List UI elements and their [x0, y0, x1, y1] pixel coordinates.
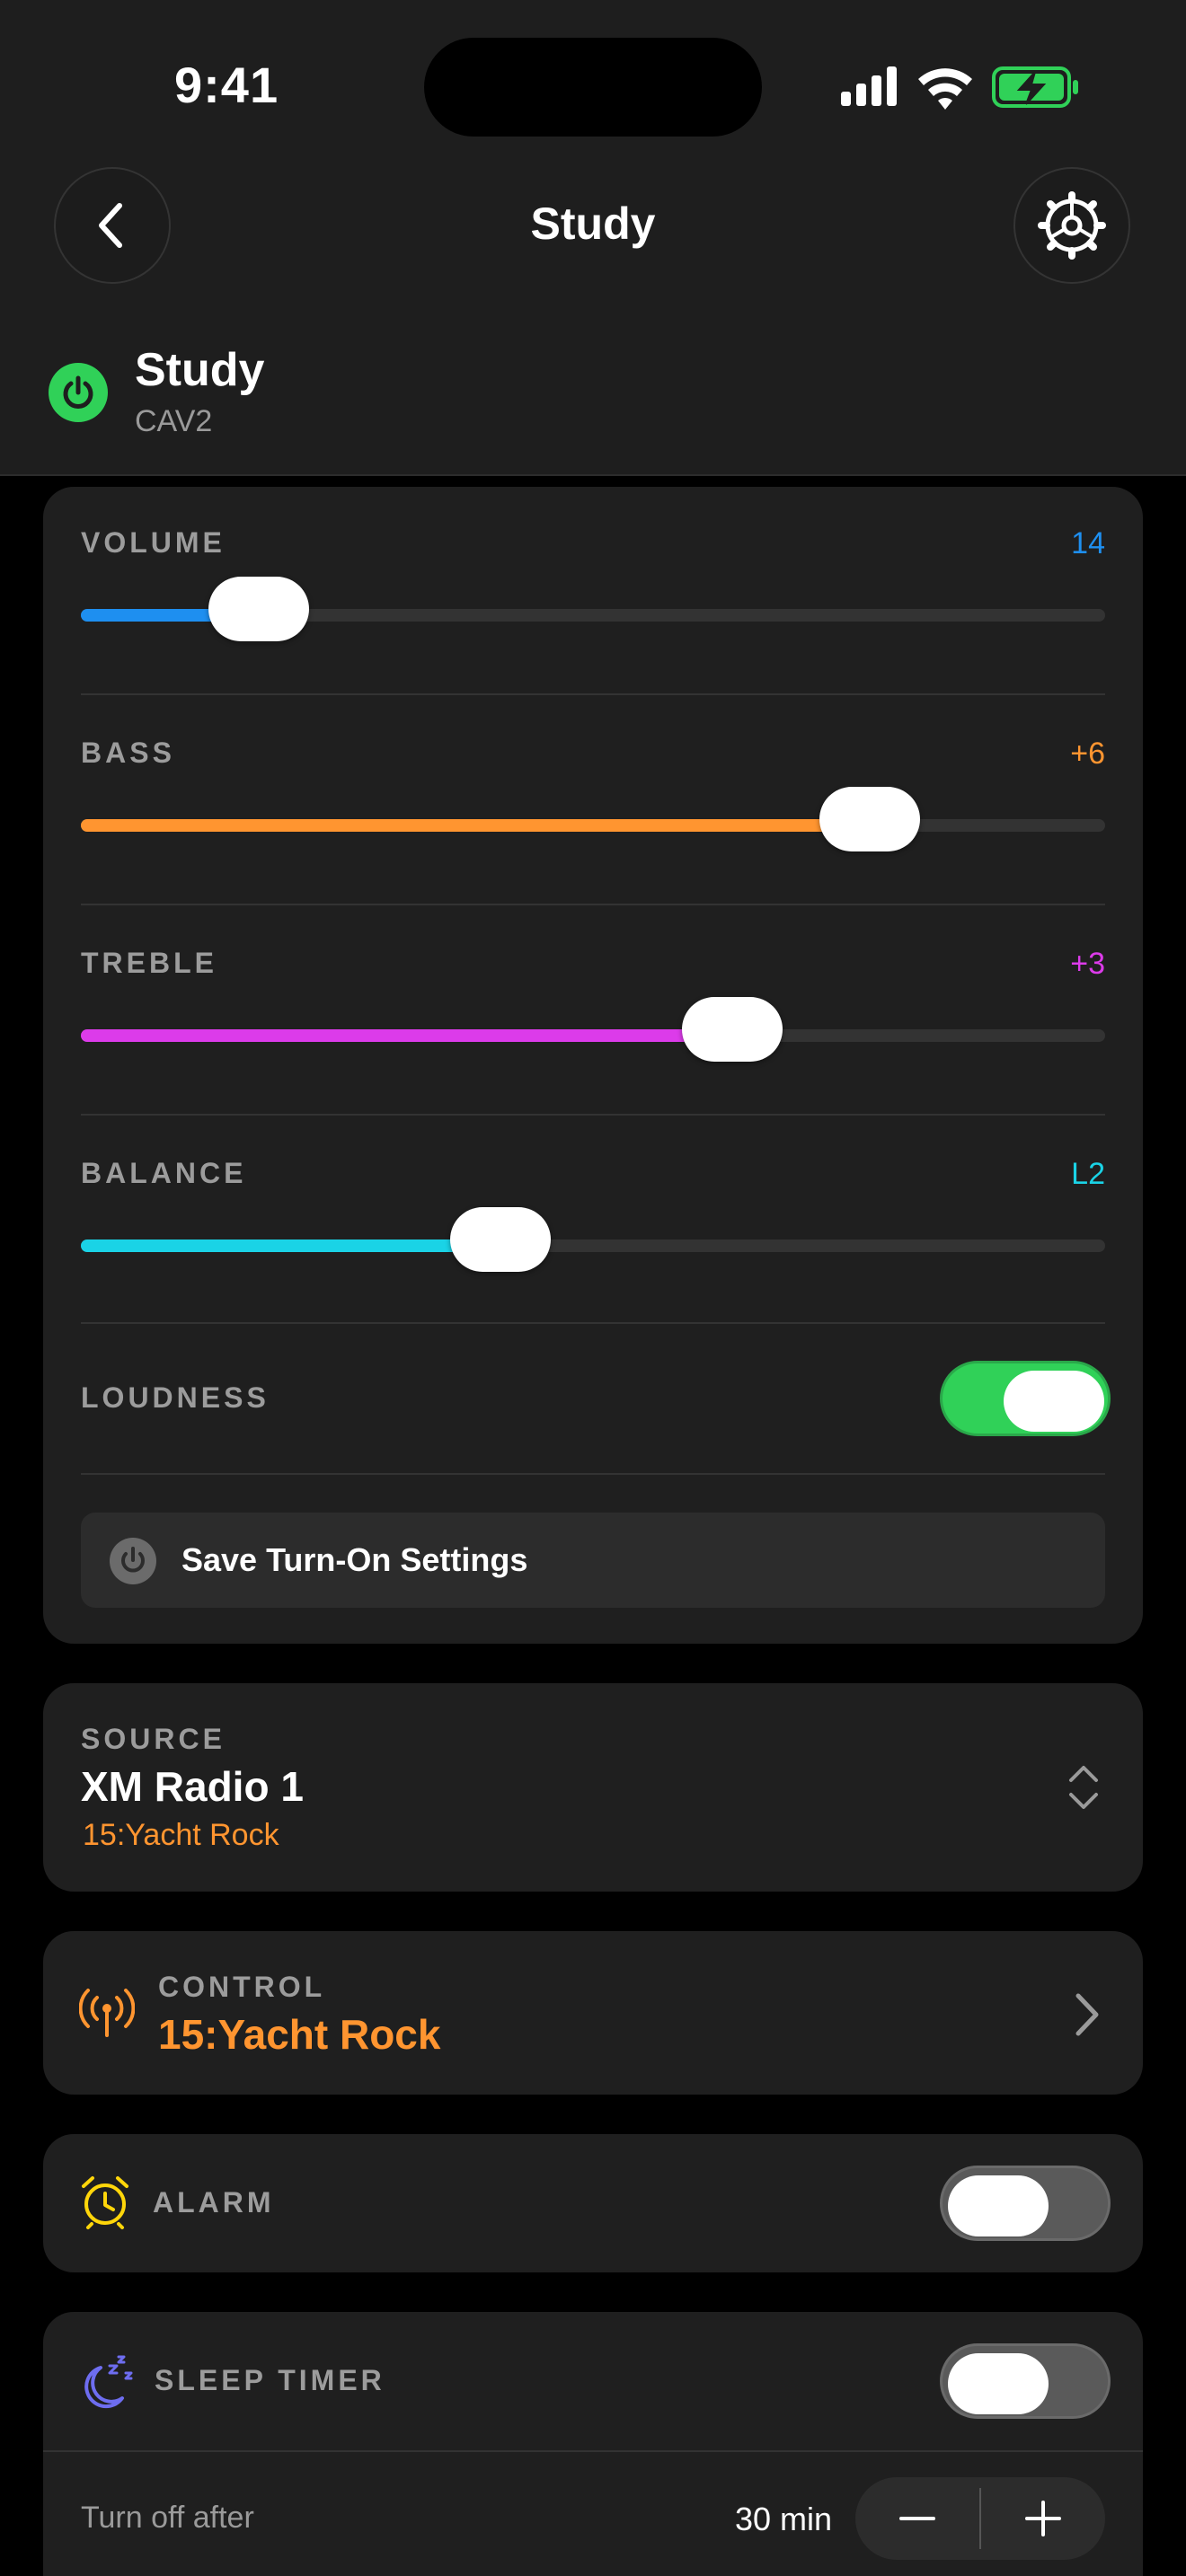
- broadcast-antenna-icon: [79, 1989, 135, 2037]
- battery-charging-icon: [992, 66, 1078, 108]
- divider: [43, 2450, 1143, 2452]
- bass-slider-thumb[interactable]: [819, 787, 920, 851]
- minus-icon: [899, 2517, 935, 2520]
- zone-model: CAV2: [135, 404, 213, 438]
- moon-zzz-icon: [84, 2355, 133, 2409]
- power-icon: [63, 375, 93, 409]
- chevron-right-icon: [1075, 1993, 1099, 2036]
- bass-label: BASS: [81, 737, 175, 769]
- divider: [81, 904, 1105, 905]
- control-label: CONTROL: [158, 1971, 326, 2003]
- turn-off-after-label: Turn off after: [81, 2501, 254, 2535]
- treble-value: +3: [1070, 947, 1105, 981]
- alarm-clock-icon: [82, 2176, 128, 2229]
- plus-icon: [1025, 2501, 1061, 2536]
- cellular-signal-icon: [841, 66, 897, 106]
- balance-slider-thumb[interactable]: [450, 1207, 552, 1272]
- settings-button[interactable]: [1013, 167, 1130, 284]
- balance-slider-fill: [81, 1239, 501, 1252]
- sleep-duration-stepper: [855, 2477, 1105, 2560]
- source-detail: 15:Yacht Rock: [83, 1818, 279, 1852]
- divider: [81, 1322, 1105, 1324]
- zone-power-button[interactable]: [49, 363, 108, 422]
- divider: [81, 1473, 1105, 1475]
- alarm-card: ALARM: [43, 2134, 1143, 2272]
- treble-label: TREBLE: [81, 947, 217, 979]
- divider: [81, 693, 1105, 695]
- bass-slider[interactable]: [81, 787, 1105, 851]
- increment-button[interactable]: [981, 2477, 1105, 2560]
- balance-label: BALANCE: [81, 1157, 247, 1189]
- power-icon: [110, 1538, 156, 1584]
- status-time: 9:41: [174, 57, 279, 113]
- volume-value: 14: [1071, 526, 1105, 560]
- save-turn-on-settings-button[interactable]: Save Turn-On Settings: [81, 1513, 1105, 1608]
- alarm-toggle[interactable]: [940, 2166, 1111, 2241]
- sleep-timer-label: SLEEP TIMER: [155, 2364, 385, 2396]
- control-value: 15:Yacht Rock: [158, 2011, 441, 2058]
- status-icons: [841, 66, 1078, 110]
- toggle-knob: [948, 2353, 1049, 2414]
- control-row[interactable]: CONTROL 15:Yacht Rock: [43, 1931, 1143, 2095]
- source-name: XM Radio 1: [81, 1763, 304, 1810]
- zone-name: Study: [135, 344, 265, 396]
- sleep-timer-toggle[interactable]: [940, 2343, 1111, 2419]
- wifi-icon: [918, 68, 972, 110]
- treble-slider-fill: [81, 1029, 733, 1042]
- bass-slider-fill: [81, 819, 870, 832]
- dynamic-island: [424, 38, 762, 137]
- volume-slider[interactable]: [81, 577, 1105, 641]
- alarm-label: ALARM: [153, 2186, 275, 2219]
- source-label: SOURCE: [81, 1723, 226, 1755]
- balance-slider[interactable]: [81, 1207, 1105, 1272]
- page-title: Study: [530, 198, 656, 249]
- loudness-label: LOUDNESS: [81, 1381, 270, 1414]
- volume-slider-thumb[interactable]: [208, 577, 310, 641]
- toggle-knob: [1004, 1371, 1104, 1432]
- treble-slider[interactable]: [81, 997, 1105, 1062]
- audio-settings-card: VOLUME 14 BASS +6 TREBLE +3 BALANCE L2 L…: [43, 487, 1143, 1644]
- gear-icon: [1038, 191, 1106, 260]
- volume-label: VOLUME: [81, 526, 226, 559]
- divider: [81, 1114, 1105, 1116]
- sleep-duration-value: 30 min: [734, 2501, 832, 2537]
- source-selector[interactable]: SOURCE XM Radio 1 15:Yacht Rock: [43, 1683, 1143, 1892]
- bass-value: +6: [1070, 737, 1105, 771]
- toggle-knob: [948, 2175, 1049, 2236]
- sleep-timer-card: SLEEP TIMER Turn off after 30 min: [43, 2312, 1143, 2576]
- balance-value: L2: [1071, 1157, 1105, 1191]
- decrement-button[interactable]: [855, 2477, 979, 2560]
- chevron-up-down-icon: [1069, 1766, 1098, 1809]
- treble-slider-thumb[interactable]: [682, 997, 783, 1062]
- save-turn-on-settings-label: Save Turn-On Settings: [181, 1541, 528, 1578]
- loudness-toggle[interactable]: [940, 1361, 1111, 1436]
